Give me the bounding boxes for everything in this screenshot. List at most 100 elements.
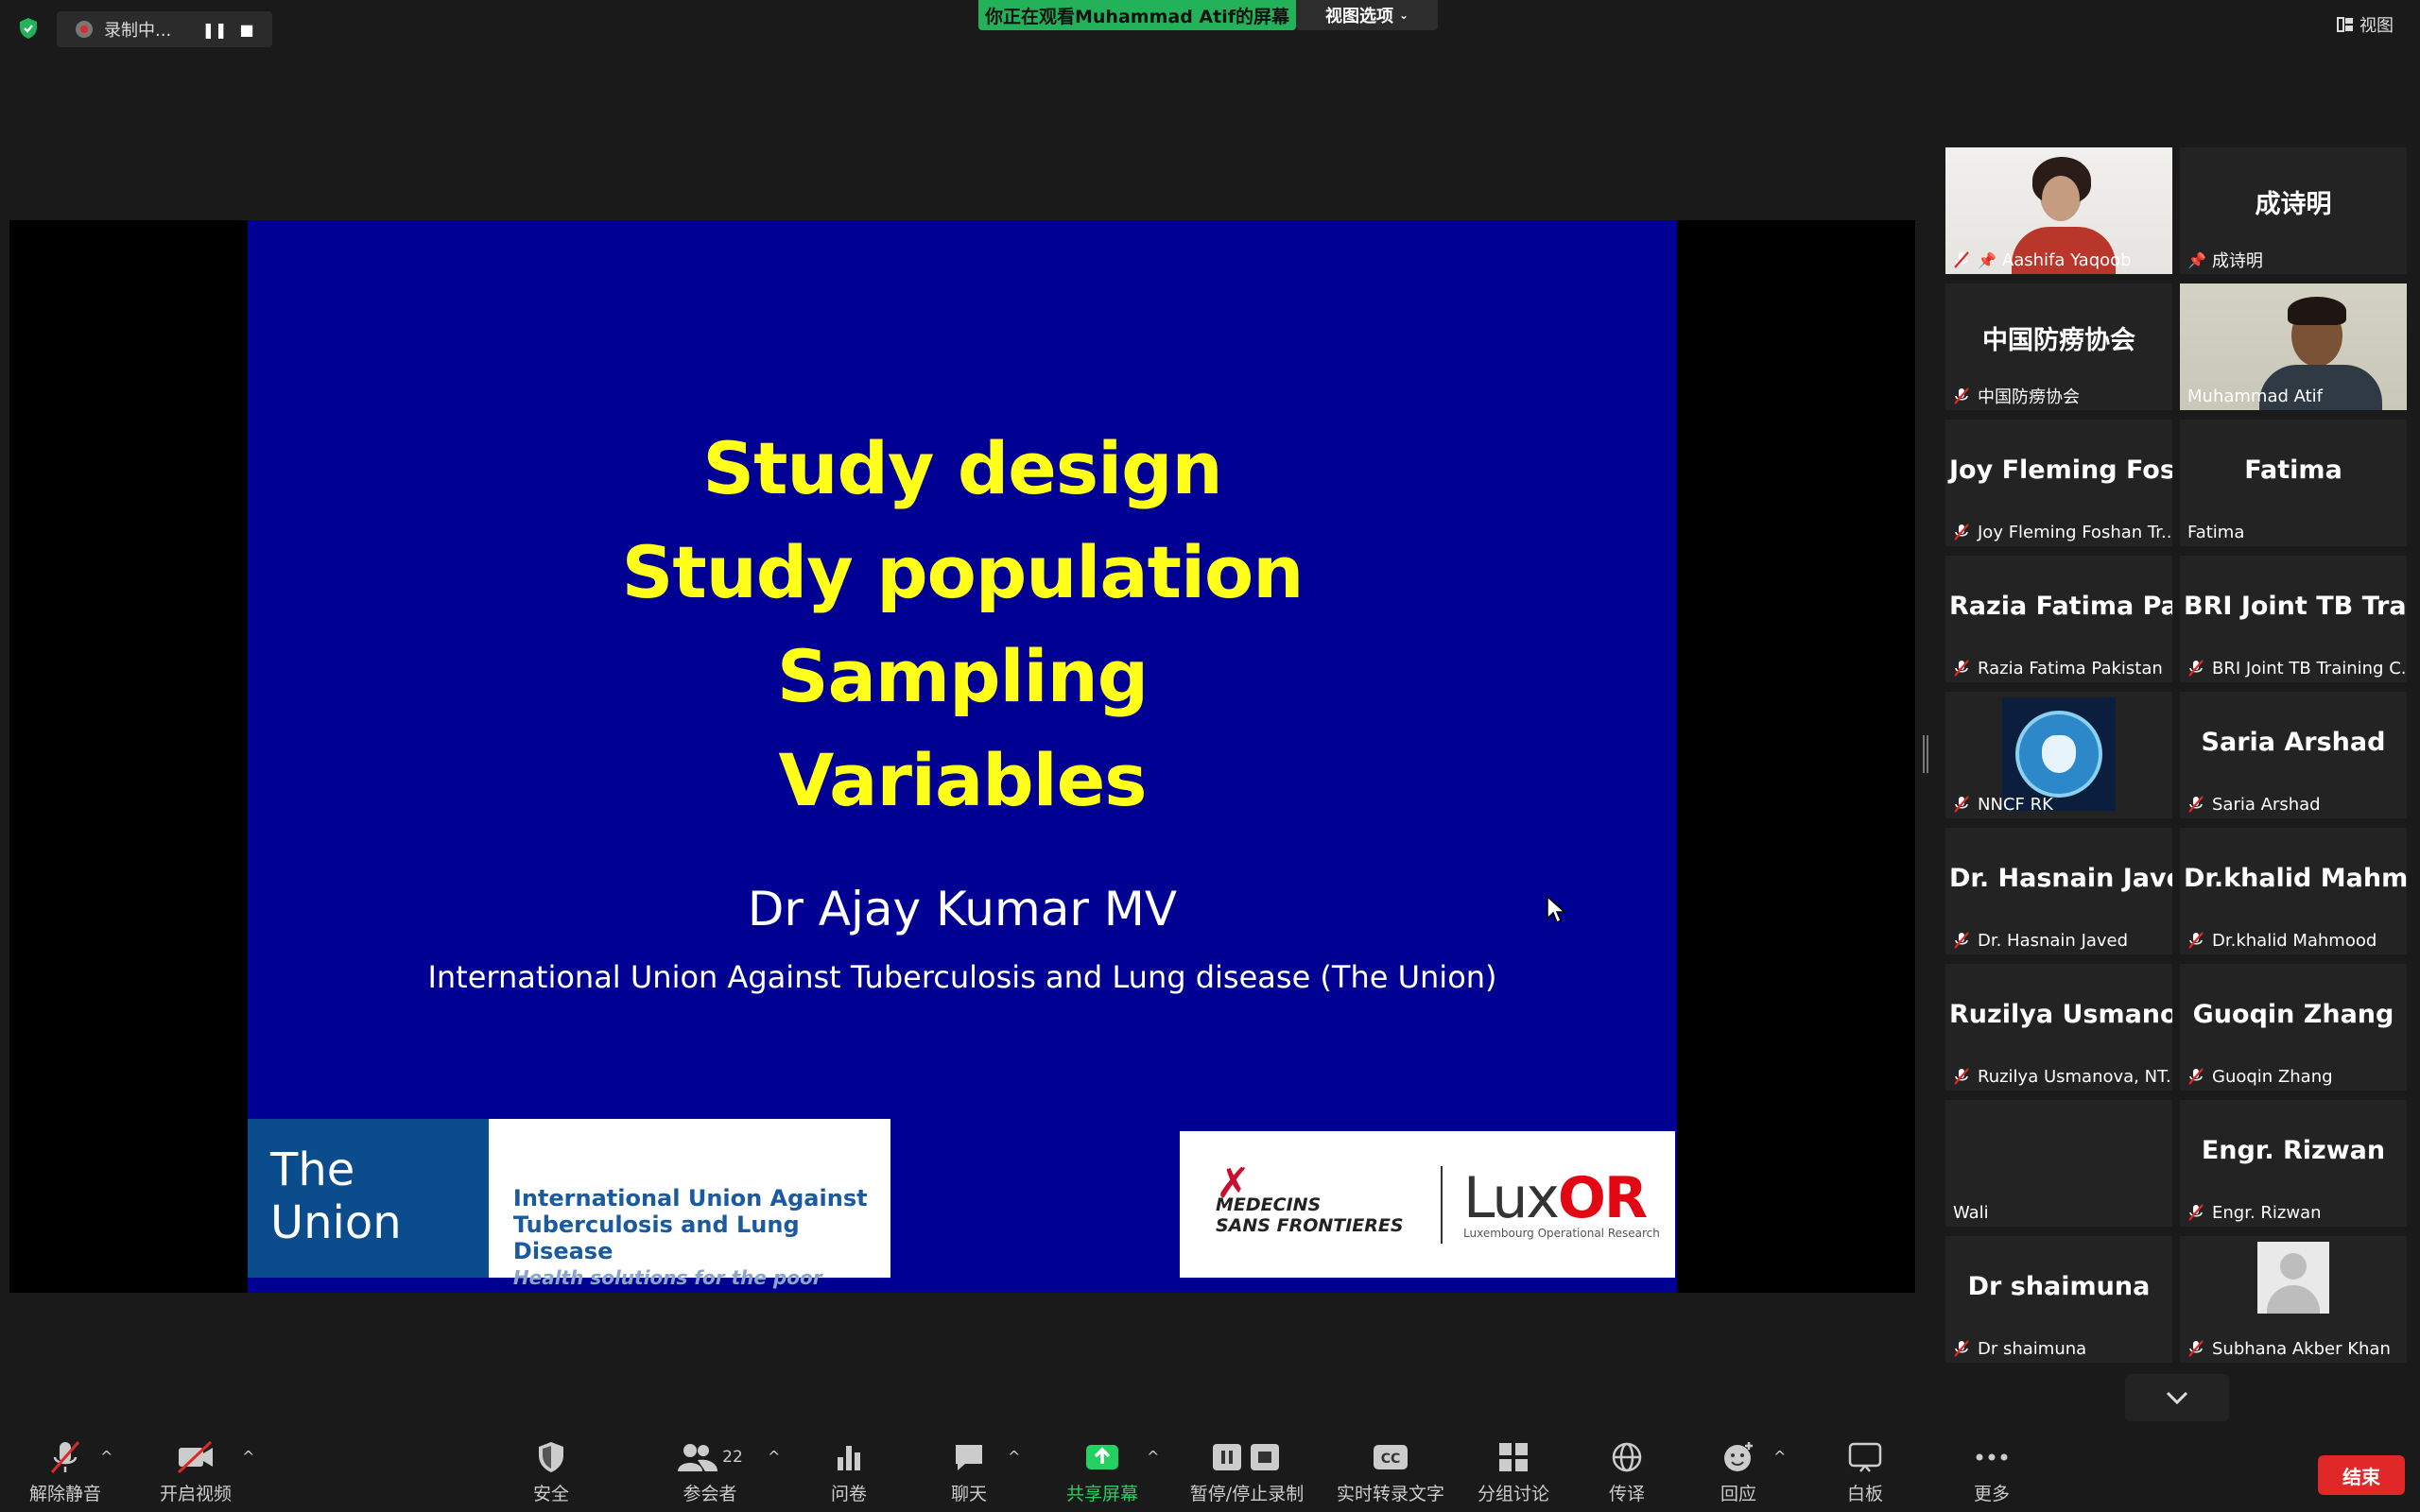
video-off-icon <box>144 1436 248 1478</box>
luxor-accent: OR <box>1557 1164 1648 1231</box>
polls-bar-chart-icon <box>797 1436 901 1478</box>
polls-label: 问卷 <box>830 1484 867 1504</box>
stop-recording-button[interactable]: ■ <box>231 13 263 45</box>
participant-display-name: Joy Fleming Fos... <box>1949 455 2172 485</box>
participant-name: Wali <box>1953 1202 1989 1223</box>
interpretation-button[interactable]: 传译 <box>1575 1436 1679 1512</box>
whiteboard-icon <box>1813 1436 1917 1478</box>
participant-name: BRI Joint TB Training C... <box>2212 658 2407 679</box>
pin-icon: 📌 <box>1978 250 1996 269</box>
participant-name-bar: BRI Joint TB Training C... <box>2180 654 2407 682</box>
cc-text: CC <box>1381 1452 1401 1467</box>
union-tagline: Health solutions for the poor <box>512 1266 822 1289</box>
participant-display-name: Dr.khalid Mahm... <box>2184 864 2407 893</box>
participant-name: 成诗明 <box>2211 251 2263 271</box>
participant-tile[interactable]: BRI Joint TB Tra... BRI Joint TB Training… <box>2180 556 2407 682</box>
recording-dot-icon <box>76 21 93 38</box>
chevron-down-icon <box>2166 1391 2188 1404</box>
participant-name-bar: Fatima <box>2180 518 2407 546</box>
microphone-muted-icon <box>1954 1340 1969 1357</box>
view-options-dropdown[interactable]: 视图选项 ⌄ <box>1296 0 1438 30</box>
participant-tile[interactable]: Dr shaimuna Dr shaimuna <box>1945 1236 2172 1363</box>
share-screen-button[interactable]: 共享屏幕 <box>1050 1436 1154 1512</box>
participant-name-bar: Subhana Akber Khan <box>2180 1334 2407 1363</box>
polls-button[interactable]: 问卷 <box>797 1436 901 1512</box>
participant-tile[interactable]: Engr. Rizwan Engr. Rizwan <box>2180 1100 2407 1227</box>
chevron-up-icon: ^ <box>1773 1448 1787 1466</box>
participant-tile[interactable]: Fatima Fatima <box>2180 420 2407 546</box>
breakout-rooms-label: 分组讨论 <box>1477 1484 1549 1504</box>
audio-options-caret[interactable]: ^ <box>100 1436 119 1512</box>
security-shield-icon[interactable] <box>17 17 40 40</box>
microphone-muted-icon <box>2188 1340 2204 1357</box>
start-video-button[interactable]: 开启视频 <box>144 1436 248 1512</box>
participant-count: 22 <box>722 1448 743 1467</box>
participant-name: Dr shaimuna <box>1978 1338 2087 1359</box>
globe-icon <box>1575 1436 1679 1478</box>
participant-name: Joy Fleming Foshan Tr... <box>1978 522 2172 542</box>
more-label: 更多 <box>1973 1484 2010 1504</box>
participant-tile[interactable]: Muhammad Atif <box>2180 284 2407 410</box>
reactions-options-caret[interactable]: ^ <box>1773 1436 1792 1512</box>
participant-tile[interactable]: NNCF RK <box>1945 692 2172 818</box>
union-full-name-line: International Union Against <box>512 1185 868 1211</box>
chat-options-caret[interactable]: ^ <box>1008 1436 1027 1512</box>
chat-button[interactable]: 聊天 <box>917 1436 1021 1512</box>
participant-display-name: 中国防痨协会 <box>1982 326 2135 355</box>
pin-icon: 📌 <box>2187 250 2206 269</box>
recording-indicator[interactable]: 录制中... ❚❚ ■ <box>57 11 272 47</box>
microphone-muted-icon <box>1954 524 1969 541</box>
participant-name: Fatima <box>2187 522 2245 542</box>
security-button[interactable]: 安全 <box>499 1436 603 1512</box>
slide-author: Dr Ajay Kumar MV <box>747 882 1178 936</box>
participant-name-bar: Razia Fatima Pakistan <box>1945 654 2172 682</box>
participant-name: Guoqin Zhang <box>2212 1066 2333 1087</box>
chevron-down-icon: ⌄ <box>1398 9 1409 22</box>
participant-tile[interactable]: Subhana Akber Khan <box>2180 1236 2407 1363</box>
participant-name: Dr. Hasnain Javed <box>1978 930 2129 951</box>
view-button[interactable]: 视图 <box>2337 11 2394 38</box>
whiteboard-button[interactable]: 白板 <box>1813 1436 1917 1512</box>
participant-name-bar: Wali <box>1945 1198 2172 1227</box>
participant-name: Ruzilya Usmanova, NT... <box>1978 1066 2172 1087</box>
participants-options-caret[interactable]: ^ <box>768 1436 786 1512</box>
participant-name-bar: Joy Fleming Foshan Tr... <box>1945 518 2172 546</box>
participant-name-bar: 📌 Aashifa Yaqoob <box>1945 246 2172 274</box>
more-button[interactable]: 更多 <box>1940 1436 2044 1512</box>
pause-recording-button[interactable]: ❚❚ <box>199 13 231 45</box>
microphone-muted-icon <box>2188 1068 2204 1085</box>
pause-stop-recording-icon <box>1185 1436 1308 1478</box>
participant-tile[interactable]: 成诗明 📌 成诗明 <box>2180 147 2407 274</box>
participant-tile[interactable]: Dr. Hasnain Javed Dr. Hasnain Javed <box>1945 828 2172 954</box>
participant-display-name: BRI Joint TB Tra... <box>2184 592 2407 621</box>
panel-resize-handle[interactable] <box>1923 735 1928 773</box>
closed-caption-icon: CC <box>1329 1436 1452 1478</box>
end-meeting-button[interactable]: 结束 <box>2318 1455 2405 1495</box>
participant-tile[interactable]: Wali <box>1945 1100 2172 1227</box>
participant-tile[interactable]: Ruzilya Usmano... Ruzilya Usmanova, NT... <box>1945 964 2172 1091</box>
slide-title-line: Study population <box>621 530 1305 614</box>
participant-name-bar: Dr. Hasnain Javed <box>1945 926 2172 954</box>
participant-name-bar: Saria Arshad <box>2180 790 2407 818</box>
participant-tile[interactable]: Dr.khalid Mahm... Dr.khalid Mahmood <box>2180 828 2407 954</box>
participant-display-name: Engr. Rizwan <box>2201 1136 2386 1165</box>
participant-display-name: Razia Fatima Pa... <box>1949 592 2172 621</box>
live-transcript-button[interactable]: CC 实时转录文字 <box>1329 1436 1452 1512</box>
participant-tile[interactable]: Saria Arshad Saria Arshad <box>2180 692 2407 818</box>
pause-stop-recording-button[interactable]: 暂停/停止录制 <box>1185 1436 1308 1512</box>
slide-title-line: Variables <box>778 738 1148 822</box>
participants-button[interactable]: 22 参会者 <box>648 1436 771 1512</box>
gallery-next-page-button[interactable] <box>2125 1374 2229 1421</box>
participant-tile[interactable]: Guoqin Zhang Guoqin Zhang <box>2180 964 2407 1091</box>
participant-tile[interactable]: Razia Fatima Pa... Razia Fatima Pakistan <box>1945 556 2172 682</box>
video-options-caret[interactable]: ^ <box>242 1436 261 1512</box>
chat-label: 聊天 <box>950 1484 987 1504</box>
participant-tile[interactable]: 📌 Aashifa Yaqoob <box>1945 147 2172 274</box>
slide-title-line: Sampling <box>776 634 1149 718</box>
msf-figure-icon: ✗ <box>1216 1159 1251 1208</box>
share-options-caret[interactable]: ^ <box>1147 1436 1166 1512</box>
breakout-rooms-button[interactable]: 分组讨论 <box>1461 1436 1565 1512</box>
participant-tile[interactable]: 中国防痨协会 中国防痨协会 <box>1945 284 2172 410</box>
participant-tile[interactable]: Joy Fleming Fos... Joy Fleming Foshan Tr.… <box>1945 420 2172 546</box>
microphone-muted-icon <box>1954 251 1969 268</box>
